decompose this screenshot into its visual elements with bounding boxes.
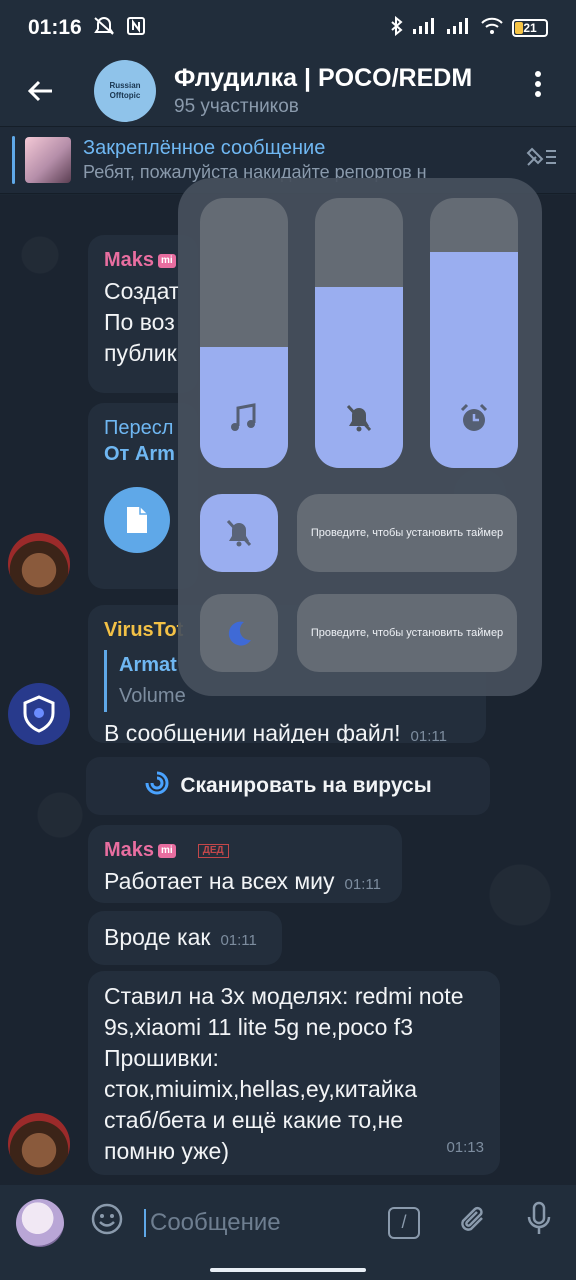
media-volume-slider[interactable] [200,198,288,468]
volume-panel: Проведите, чтобы установить таймер Прове… [178,178,542,696]
pinned-indicator [12,136,15,184]
message-time: 01:11 [220,932,257,949]
group-title: Флудилка | POCO/REDM [174,64,473,92]
message-input-bar: Сообщение / [0,1185,576,1260]
message-input[interactable]: Сообщение [144,1208,364,1237]
attach-icon[interactable] [458,1202,488,1243]
avatar-text: Russian [109,80,141,90]
message-line: Прошивки: [104,1045,219,1071]
message-bubble[interactable]: Maks mi ДЕД Работает на всех миу 01:11 [88,825,402,903]
chat-header: Russian Offtopic Флудилка | POCO/REDM 95… [0,56,576,126]
clock: 01:16 [28,16,82,39]
home-gesture-bar[interactable] [210,1268,366,1272]
avatar[interactable] [8,683,70,745]
silent-timer-slider[interactable]: Проведите, чтобы установить таймер [297,494,517,572]
message-text: Работает на всех миу [104,868,335,894]
message-line: 9s,xiaomi 11 lite 5g ne,poco f3 [104,1014,413,1040]
wifi-icon [480,17,504,40]
message-text: В сообщении найден файл! [104,720,401,743]
avatar[interactable] [8,1113,70,1175]
message-time: 01:11 [410,728,447,743]
group-avatar[interactable]: Russian Offtopic [94,60,156,122]
dnd-timer-slider[interactable]: Проведите, чтобы установить таймер [297,594,517,672]
alarm-volume-slider[interactable] [430,198,518,468]
battery-icon: 21 [512,19,548,37]
status-bar: 01:16 21 [0,0,576,56]
signal-icon [412,17,438,40]
avatar-text: Offtopic [109,91,141,100]
mute-icon [92,16,116,41]
pinned-thumbnail [25,137,71,183]
signal-icon [446,17,472,40]
music-note-icon [200,402,288,442]
scan-icon [144,770,170,803]
microphone-icon[interactable] [526,1201,552,1244]
scan-virus-label: Сканировать на вирусы [180,774,432,797]
silent-mode-button[interactable] [200,494,278,572]
file-icon[interactable] [104,487,170,553]
bot-command-icon[interactable]: / [388,1206,420,1239]
message-time: 01:11 [344,876,381,893]
member-count: 95 участников [174,96,299,117]
timer-label: Проведите, чтобы установить таймер [310,627,504,639]
message-line: сток,miuimix,hellas,ey,китайка [104,1076,417,1102]
message-time: 01:13 [446,1139,484,1156]
navigation-bar [0,1260,576,1280]
message-line: стаб/бета и ещё какие то,не [104,1107,404,1133]
sender-name[interactable]: Maks mi ДЕД [104,835,386,866]
role-badge: ДЕД [197,843,229,858]
message-line: помню уже) [104,1138,229,1164]
message-bubble[interactable]: Ставил на 3х моделях: redmi note 9s,xiao… [88,971,500,1175]
bluetooth-icon [390,15,404,41]
more-menu-icon[interactable] [522,70,554,98]
message-bubble[interactable]: Вроде как 01:11 [88,911,282,965]
pinned-title: Закреплённое сообщение [83,137,326,159]
mi-badge: mi [158,253,176,268]
message-line: Ставил на 3х моделях: redmi note [104,983,464,1009]
pin-list-icon[interactable] [524,145,558,176]
nfc-icon [126,16,146,41]
alarm-icon [430,402,518,442]
emoji-icon[interactable] [90,1202,124,1243]
group-info[interactable]: Флудилка | POCO/REDM 95 участников [174,64,504,118]
my-avatar[interactable] [16,1198,64,1247]
scan-virus-button[interactable]: Сканировать на вирусы [86,757,490,815]
dnd-mode-button[interactable] [200,594,278,672]
back-arrow-icon[interactable] [0,56,80,126]
message-text: Вроде как [104,924,211,950]
ringer-volume-slider[interactable] [315,198,403,468]
timer-label: Проведите, чтобы установить таймер [310,527,504,539]
mi-badge: mi [158,843,176,858]
avatar[interactable] [8,533,70,595]
bell-off-icon [315,402,403,442]
